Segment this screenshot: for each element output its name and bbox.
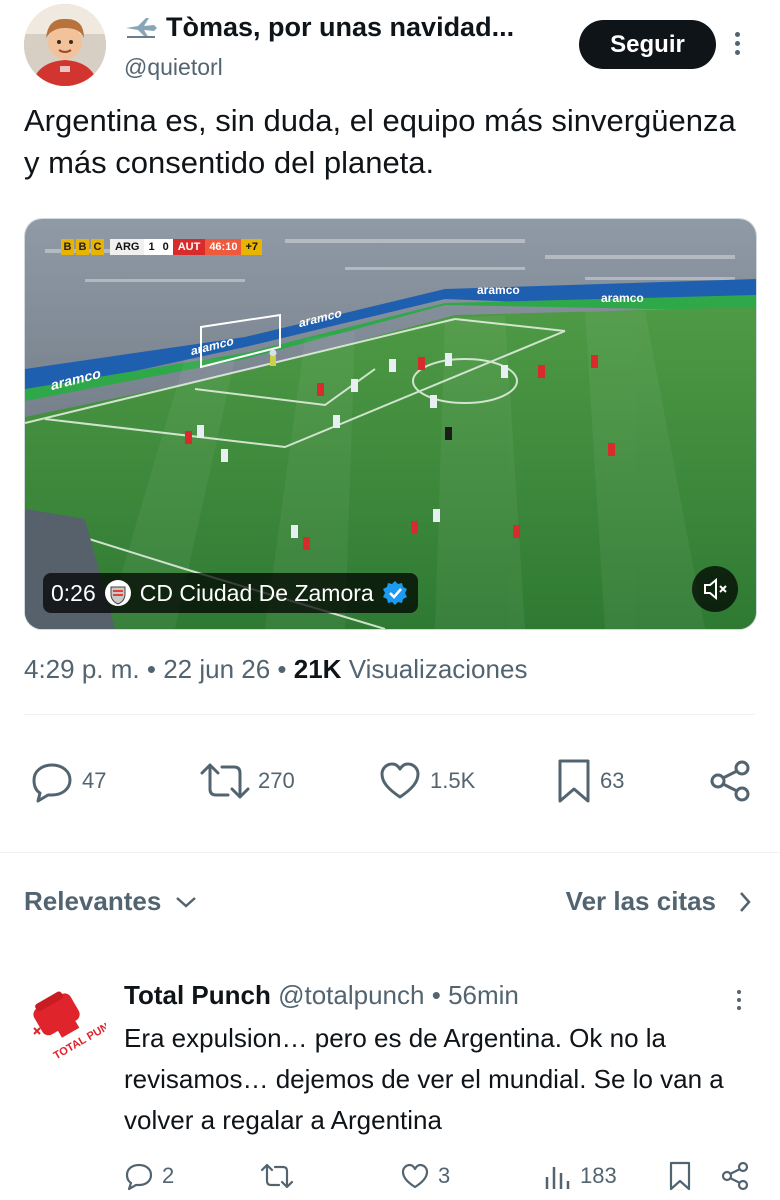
chevron-down-icon [176,896,197,908]
reply-text: Era expulsion… pero es de Argentina. Ok … [124,1023,724,1135]
reply-display-name[interactable]: Total Punch [124,980,271,1010]
video-frame [25,219,756,629]
reply-sort-dropdown[interactable]: Relevantes [24,886,197,917]
reply-count: 47 [82,768,107,793]
broadcaster-letter: C [91,239,104,255]
reply-views-button[interactable]: 183 [544,1156,617,1196]
share-icon [710,760,750,802]
away-score: 0 [158,239,173,255]
away-team: AUT [172,239,206,255]
speaker-muted-icon [704,577,727,601]
author-avatar[interactable] [24,4,106,86]
reply-reply-count: 2 [162,1163,175,1188]
broadcaster-letter: B [76,239,89,255]
view-quotes-label: Ver las citas [565,886,716,916]
tweet-date[interactable]: 22 jun 26 [163,654,270,684]
pitch-ad-4: aramco [477,283,520,297]
like-count: 1.5K [430,768,476,793]
follow-button[interactable]: Seguir [579,20,716,69]
broadcaster-letter: B [61,239,74,255]
mute-toggle[interactable] [692,566,738,612]
verified-badge-icon [382,581,407,605]
separator-dot: • [146,654,156,684]
match-clock: 46:10 [205,239,242,255]
author-handle[interactable]: @quietorl [124,54,223,81]
reply-views-count: 183 [580,1163,617,1188]
separator-dot: • [277,654,287,684]
bookmark-button[interactable]: 63 [556,757,624,805]
reply-like-button[interactable]: 3 [400,1156,450,1196]
sort-label: Relevantes [24,886,162,916]
repost-button[interactable]: 270 [200,757,295,805]
like-button[interactable]: 1.5K [378,757,475,805]
author-display-name[interactable]: Tòmas, por unas navidad... [166,12,514,43]
reply-button[interactable]: 47 [30,757,106,805]
video-source-account: CD Ciudad De Zamora [139,579,374,606]
separator-dot: • [431,980,441,1010]
tweet-time[interactable]: 4:29 p. m. [24,654,140,684]
reply-share-button[interactable] [720,1156,750,1196]
tweet-actions: 47 270 1.5K 63 [30,757,755,805]
reply-more-options-icon[interactable] [732,986,746,1020]
views-count: 21K [293,654,342,684]
views-label: Visualizaciones [348,654,528,684]
reply-reply-button[interactable]: 2 [124,1156,174,1196]
tweet-video[interactable]: aramco aramco aramco aramco aramco B B C… [24,218,757,630]
tweet-author-row: Tòmas, por unas navidad... @quietorl Seg… [24,4,756,88]
video-time: 0:26 [51,579,96,606]
reply-repost-button[interactable] [260,1156,294,1196]
reply-handle[interactable]: @totalpunch [278,980,424,1010]
share-icon [721,1161,749,1191]
added-time: +7 [241,239,262,255]
heart-icon [401,1163,429,1189]
bookmark-icon [669,1161,691,1191]
view-quotes-link[interactable]: Ver las citas [566,886,752,917]
reply-author-avatar[interactable]: TOTAL PUNCH [24,980,125,1062]
bookmark-icon [558,759,590,803]
author-name-line: Tòmas, por unas navidad... [124,12,514,43]
reply-bookmark-button[interactable] [668,1156,692,1196]
analytics-icon [545,1167,570,1189]
more-options-icon[interactable] [730,28,744,64]
chevron-right-icon [740,891,751,912]
reply-icon [125,1163,153,1191]
bookmark-count: 63 [600,768,625,793]
pitch-ad-5: aramco [601,291,644,305]
home-score: 1 [144,239,159,255]
share-button[interactable] [708,757,752,805]
home-team: ARG [110,239,145,255]
repost-icon [200,763,250,799]
tweet-detail-page: Tòmas, por unas navidad... @quietorl Seg… [0,0,780,1200]
reply-actions: 2 3 183 [124,1156,754,1196]
club-crest-icon [104,580,131,606]
score-overlay: B B C ARG 1 0 AUT 46:10 +7 [61,239,262,255]
repost-icon [260,1163,294,1189]
tweet-text: Argentina es, sin duda, el equipo más si… [24,103,736,180]
video-attribution-chip[interactable]: 0:26 CD Ciudad De Zamora [43,573,418,613]
repost-count: 270 [258,768,295,793]
heart-icon [380,762,420,799]
tweet-metadata: 4:29 p. m. • 22 jun 26 • 21K Visualizaci… [24,654,527,685]
reply-time[interactable]: 56min [448,980,519,1010]
reply-icon [32,763,72,803]
airplane-emoji-icon [126,17,157,38]
section-divider [0,852,780,853]
divider [24,714,755,715]
reply-header: Total Punch @totalpunch • 56min [124,980,519,1011]
reply-like-count: 3 [438,1163,451,1188]
